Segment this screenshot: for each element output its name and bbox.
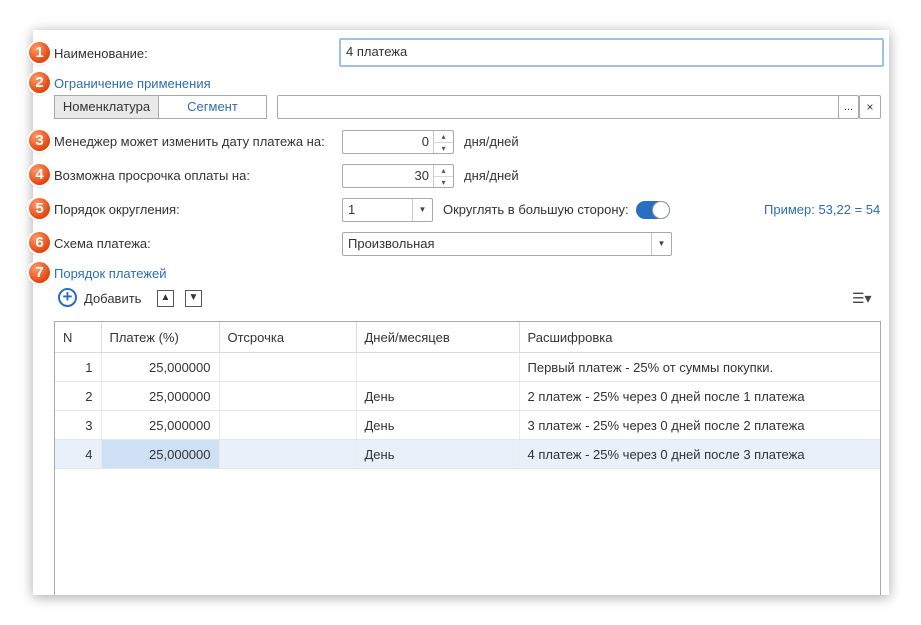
overdue-spinner[interactable]: ▴ ▾: [433, 165, 453, 187]
spin-down-icon[interactable]: ▾: [434, 143, 453, 154]
table-row[interactable]: 1 25,000000 Первый платеж - 25% от суммы…: [55, 352, 880, 382]
badge-7: 7: [29, 262, 50, 283]
cell-delay[interactable]: [219, 381, 357, 411]
name-label: Наименование:: [54, 46, 148, 61]
overdue-days-input[interactable]: 30 ▴ ▾: [342, 164, 454, 188]
col-header-delay[interactable]: Отсрочка: [219, 322, 357, 353]
move-down-icon[interactable]: ▼: [185, 290, 202, 307]
cell-unit[interactable]: День: [356, 381, 520, 411]
cell-percent[interactable]: 25,000000: [101, 381, 220, 411]
table-row-selected[interactable]: 4 25,000000 День 4 платеж - 25% через 0 …: [55, 439, 880, 469]
badge-4: 4: [29, 164, 50, 185]
cell-delay[interactable]: [219, 352, 357, 382]
toggle-knob: [652, 201, 670, 219]
restriction-input[interactable]: [277, 95, 859, 119]
overdue-label: Возможна просрочка оплаты на:: [54, 168, 250, 183]
cell-n[interactable]: 2: [55, 381, 102, 411]
badge-2: 2: [29, 72, 50, 93]
manager-unit: дня/дней: [464, 134, 519, 149]
manager-label: Менеджер может изменить дату платежа на:: [54, 134, 325, 149]
manager-days-value: 0: [421, 134, 429, 149]
clear-button[interactable]: ×: [859, 95, 881, 119]
rounding-select[interactable]: 1 ▼: [342, 198, 433, 222]
badge-1: 1: [29, 42, 50, 63]
cell-percent[interactable]: 25,000000: [101, 439, 220, 469]
cell-n[interactable]: 3: [55, 410, 102, 440]
cell-desc[interactable]: 3 платеж - 25% через 0 дней после 2 плат…: [519, 410, 880, 440]
cell-unit[interactable]: [356, 352, 520, 382]
round-up-label: Округлять в большую сторону:: [443, 202, 629, 217]
badge-5: 5: [29, 198, 50, 219]
chevron-down-icon[interactable]: ▼: [651, 233, 671, 255]
cell-delay[interactable]: [219, 439, 357, 469]
add-button[interactable]: Добавить: [84, 291, 141, 306]
cell-percent[interactable]: 25,000000: [101, 410, 220, 440]
col-header-unit[interactable]: Дней/месяцев: [356, 322, 520, 353]
segment-segment[interactable]: Сегмент: [158, 95, 267, 119]
segment-nomenclature[interactable]: Номенклатура: [54, 95, 159, 119]
rounding-value: 1: [348, 202, 356, 217]
restriction-label[interactable]: Ограничение применения: [54, 76, 211, 91]
badge-6: 6: [29, 232, 50, 253]
cell-percent[interactable]: 25,000000: [101, 352, 220, 382]
cell-desc[interactable]: Первый платеж - 25% от суммы покупки.: [519, 352, 880, 382]
move-up-icon[interactable]: ▲: [157, 290, 174, 307]
manager-days-input[interactable]: 0 ▴ ▾: [342, 130, 454, 154]
spin-up-icon[interactable]: ▴: [434, 131, 453, 143]
payments-label[interactable]: Порядок платежей: [54, 266, 166, 281]
overdue-days-value: 30: [414, 168, 429, 183]
select-dots-button[interactable]: ...: [838, 95, 859, 119]
add-icon[interactable]: +: [58, 288, 77, 307]
cell-desc[interactable]: 4 платеж - 25% через 0 дней после 3 плат…: [519, 439, 880, 469]
cell-delay[interactable]: [219, 410, 357, 440]
col-header-desc[interactable]: Расшифровка: [519, 322, 880, 353]
more-menu-icon[interactable]: ☰▾: [852, 290, 872, 307]
cell-n[interactable]: 1: [55, 352, 102, 382]
scheme-label: Схема платежа:: [54, 236, 151, 251]
rounding-label: Порядок округления:: [54, 202, 180, 217]
badge-3: 3: [29, 130, 50, 151]
spin-up-icon[interactable]: ▴: [434, 165, 453, 177]
example-text: Пример: 53,22 = 54: [764, 202, 881, 217]
cell-unit[interactable]: День: [356, 439, 520, 469]
chevron-down-icon[interactable]: ▼: [412, 199, 432, 221]
name-input[interactable]: 4 платежа: [339, 38, 884, 67]
round-up-toggle[interactable]: [636, 201, 670, 219]
cell-unit[interactable]: День: [356, 410, 520, 440]
scheme-select[interactable]: Произвольная ▼: [342, 232, 672, 256]
scheme-value: Произвольная: [348, 236, 435, 251]
payments-table: N Платеж (%) Отсрочка Дней/месяцев Расши…: [54, 321, 881, 595]
table-row[interactable]: 2 25,000000 День 2 платеж - 25% через 0 …: [55, 381, 880, 411]
spin-down-icon[interactable]: ▾: [434, 177, 453, 188]
col-header-n[interactable]: N: [55, 322, 102, 353]
cell-desc[interactable]: 2 платеж - 25% через 0 дней после 1 плат…: [519, 381, 880, 411]
cell-n[interactable]: 4: [55, 439, 102, 469]
manager-spinner[interactable]: ▴ ▾: [433, 131, 453, 153]
overdue-unit: дня/дней: [464, 168, 519, 183]
col-header-percent[interactable]: Платеж (%): [101, 322, 220, 353]
table-row[interactable]: 3 25,000000 День 3 платеж - 25% через 0 …: [55, 410, 880, 440]
